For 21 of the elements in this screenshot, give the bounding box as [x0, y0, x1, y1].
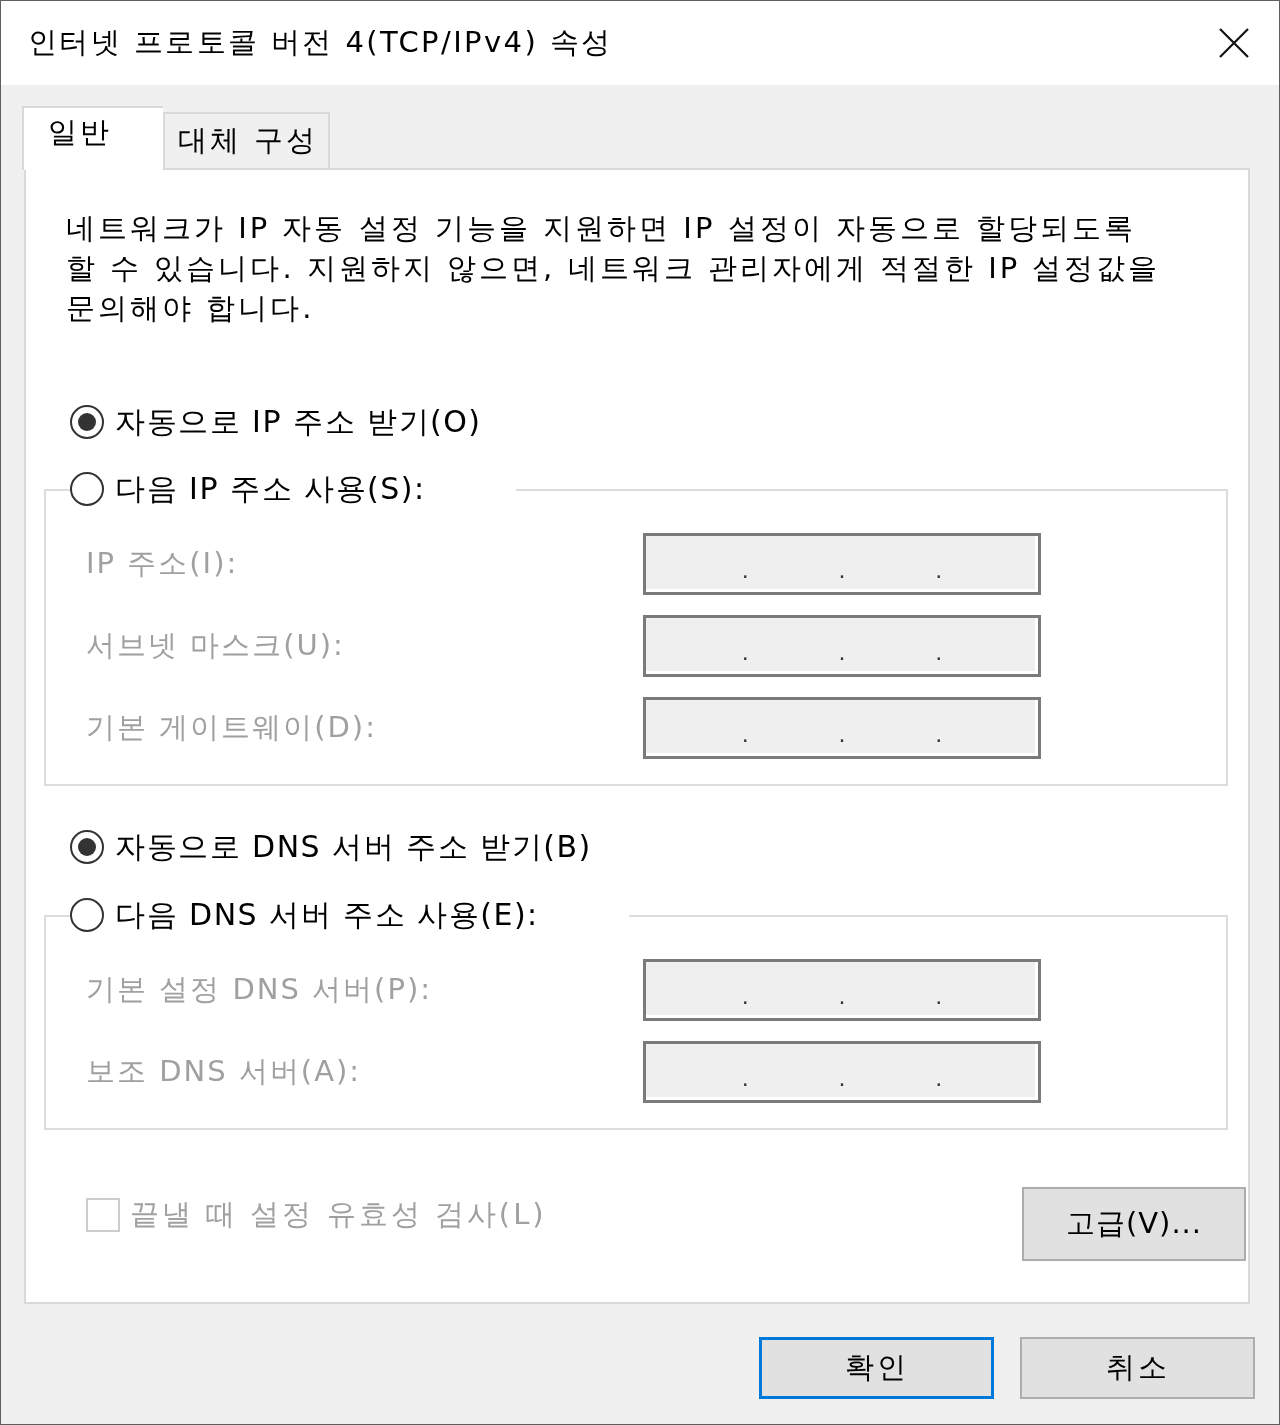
- radio-icon[interactable]: [70, 830, 104, 864]
- field-label: 기본 게이트웨이(D):: [86, 709, 378, 746]
- radio-icon[interactable]: [70, 898, 104, 932]
- field-label: 서브넷 마스크(U):: [86, 627, 346, 664]
- field-label: 기본 설정 DNS 서버(P):: [86, 971, 433, 1008]
- radio-option[interactable]: 다음 DNS 서버 주소 사용(E):: [70, 895, 539, 935]
- advanced-button[interactable]: 고급(V)...: [1022, 1187, 1246, 1261]
- field-label: 보조 DNS 서버(A):: [86, 1053, 363, 1090]
- tab[interactable]: 일반: [22, 106, 163, 170]
- radio-option[interactable]: 자동으로 DNS 서버 주소 받기(B): [70, 827, 592, 867]
- description-text: 네트워크가 IP 자동 설정 기능을 지원하면 IP 설정이 자동으로 할당되도록 할 수 있습니다. 지원하지 않으면, 네트워크 관리자에게 적절한 IP 설정값을 문의해야 합니다.: [66, 210, 1162, 327]
- ok-button[interactable]: 확인: [759, 1337, 994, 1399]
- cancel-button[interactable]: 취소: [1020, 1337, 1255, 1399]
- radio-option[interactable]: 자동으로 IP 주소 받기(O): [70, 402, 482, 442]
- field-label: IP 주소(I):: [86, 545, 240, 582]
- radio-icon[interactable]: [70, 405, 104, 439]
- radio-icon[interactable]: [70, 472, 104, 506]
- window-title: 인터넷 프로토콜 버전 4(TCP/IPv4) 속성: [28, 24, 613, 61]
- tab[interactable]: 대체 구성: [163, 112, 331, 168]
- radio-option[interactable]: 다음 IP 주소 사용(S):: [70, 469, 426, 509]
- close-icon[interactable]: [1219, 28, 1249, 58]
